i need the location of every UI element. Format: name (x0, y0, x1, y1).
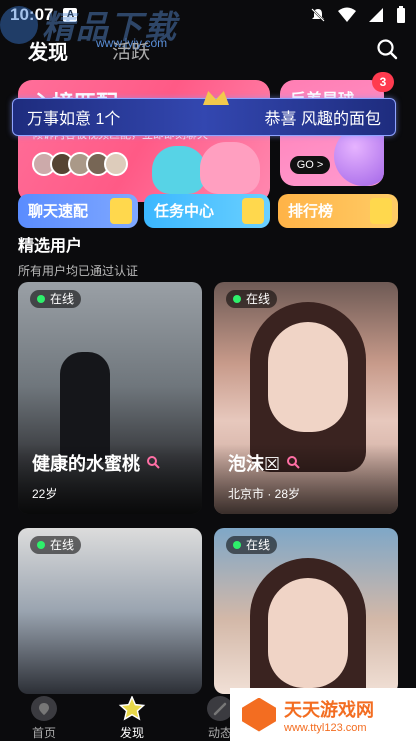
section-subtitle: 所有用户均已通过认证 (18, 264, 139, 278)
leaderboard-button[interactable]: 排行榜 (278, 194, 398, 228)
battery-icon (397, 6, 405, 23)
avatar (104, 152, 128, 176)
online-badge: 在线 (30, 536, 82, 554)
wifi-icon (338, 7, 356, 22)
quick-chat-match-button[interactable]: 聊天速配 (18, 194, 138, 228)
user-card[interactable]: 在线 (18, 528, 202, 694)
female-icon (287, 456, 300, 469)
heart-blue-icon (152, 146, 206, 194)
site-logo-name: 天天游戏网 (284, 699, 374, 720)
nav-label: 动态 (207, 726, 232, 740)
task-center-button[interactable]: 任务中心 (144, 194, 270, 228)
quick-label: 聊天速配 (28, 203, 89, 220)
home-icon (31, 696, 57, 721)
online-badge: 在线 (30, 290, 82, 308)
nav-home[interactable]: 首页 (0, 694, 88, 741)
female-icon (147, 456, 160, 469)
nav-discover[interactable]: 发现 (88, 694, 176, 741)
task-icon (242, 198, 264, 224)
gift-announcement-right: 恭喜 风趣的面包 (264, 111, 381, 128)
hearts-illustration (152, 138, 264, 198)
section-title: 精选用户 (18, 238, 83, 255)
site-logo-icon (242, 697, 276, 732)
quick-label: 任务中心 (154, 203, 215, 220)
online-badge: 在线 (226, 536, 278, 554)
top-nav: 发现 活跃 (0, 32, 416, 68)
user-card[interactable]: 在线 泡沫☒ 北京市 · 28岁 (214, 282, 398, 514)
heart-pink-icon (200, 142, 260, 194)
nav-label: 首页 (31, 726, 56, 740)
user-meta: 22岁 (32, 487, 58, 501)
user-name-row: 泡沫☒ (228, 450, 300, 476)
online-badge: 在线 (226, 290, 278, 308)
trophy-icon (370, 198, 392, 224)
star-icon (118, 696, 146, 721)
tab-discover[interactable]: 发现 (28, 36, 68, 65)
avatar-stack (32, 152, 128, 176)
site-logo: 天天游戏网 www.ttyl123.com (230, 688, 416, 741)
go-button[interactable]: GO > (290, 156, 330, 174)
tab-active[interactable]: 活跃 (112, 37, 150, 64)
user-name: 泡沫☒ (228, 454, 281, 474)
gift-announcement-bar: 万事如意 1个 恭喜 风趣的面包 (12, 91, 396, 136)
signal-icon (369, 8, 383, 22)
search-icon[interactable] (376, 38, 398, 60)
user-card[interactable]: 在线 健康的水蜜桃 22岁 (18, 282, 202, 514)
notification-badge: 3 (372, 72, 394, 92)
user-name: 健康的水蜜桃 (32, 454, 140, 474)
gift-announcement-left: 万事如意 1个 (27, 111, 121, 128)
quick-label: 排行榜 (288, 203, 334, 220)
user-card[interactable]: 在线 (214, 528, 398, 694)
user-name-row: 健康的水蜜桃 (32, 450, 160, 476)
mute-icon (311, 8, 325, 22)
nav-label: 发现 (119, 726, 144, 740)
quick-entries: 聊天速配 任务中心 排行榜 (18, 194, 398, 228)
user-meta: 北京市 · 28岁 (228, 487, 301, 501)
status-icons (310, 6, 406, 24)
chat-icon (110, 198, 132, 224)
site-logo-url: www.ttyl123.com (284, 721, 367, 734)
